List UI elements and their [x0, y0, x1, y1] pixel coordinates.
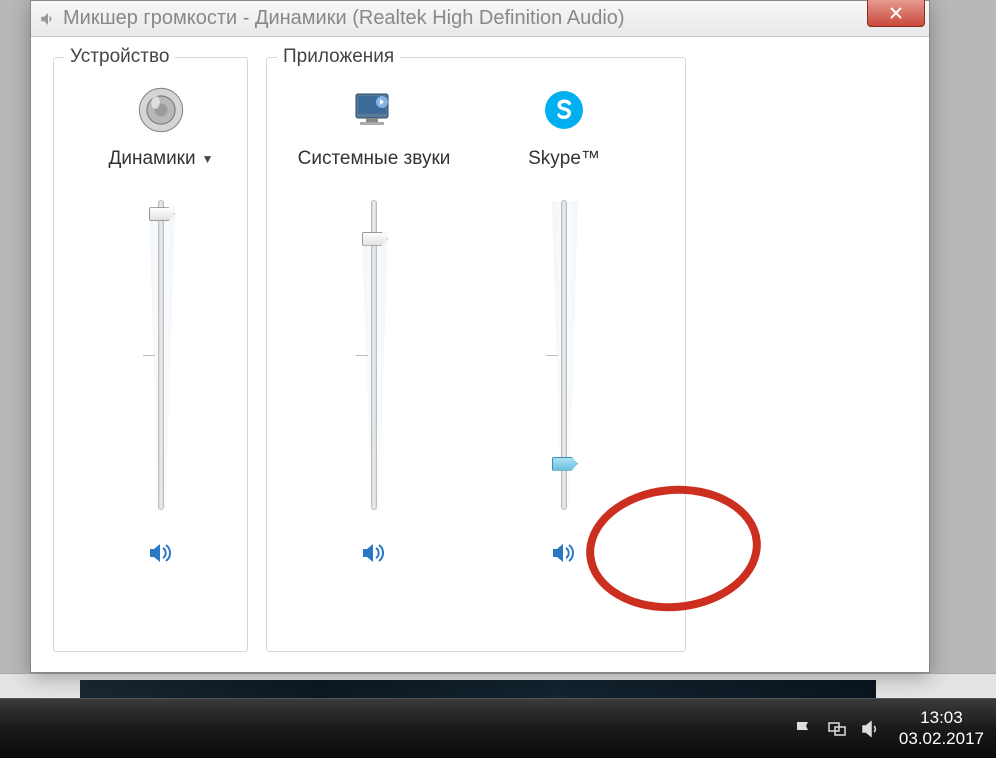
network-icon[interactable]	[827, 719, 847, 739]
skype-mute-button[interactable]	[547, 538, 581, 568]
skype-label: Skype™	[528, 148, 600, 170]
system-mute-button[interactable]	[357, 538, 391, 568]
speakers-slider[interactable]	[141, 200, 181, 510]
volume-tray-icon[interactable]	[861, 719, 881, 739]
chevron-down-icon: ▼	[202, 152, 214, 166]
clock-time: 13:03	[899, 708, 984, 728]
titlebar[interactable]: Микшер громкости - Динамики (Realtek Hig…	[31, 1, 929, 37]
wallpaper-strip	[80, 680, 876, 698]
device-group: Устройство Динамики ▼	[53, 57, 248, 652]
channel-system-sounds: Системные звуки	[279, 76, 469, 568]
close-button[interactable]	[867, 0, 925, 27]
window-content: Устройство Динамики ▼	[31, 37, 929, 672]
apps-group-label: Приложения	[277, 46, 400, 68]
flag-icon[interactable]	[793, 719, 813, 739]
device-group-label: Устройство	[64, 46, 175, 68]
window-title: Микшер громкости - Динамики (Realtek Hig…	[63, 7, 921, 30]
channel-speakers: Динамики ▼	[66, 76, 256, 568]
channel-skype: Skype™	[469, 76, 659, 568]
clock-date: 03.02.2017	[899, 729, 984, 749]
speakers-label: Динамики	[108, 148, 195, 170]
system-sounds-icon[interactable]	[346, 82, 402, 138]
speaker-device-icon[interactable]	[133, 82, 189, 138]
speakers-mute-button[interactable]	[144, 538, 178, 568]
skype-icon[interactable]	[536, 82, 592, 138]
volume-mixer-window: Микшер громкости - Динамики (Realtek Hig…	[30, 0, 930, 673]
volume-icon	[39, 10, 57, 28]
taskbar[interactable]: 13:03 03.02.2017	[0, 698, 996, 758]
applications-group: Приложения Системные звуки	[266, 57, 686, 652]
system-slider[interactable]	[354, 200, 394, 510]
system-tray	[793, 719, 881, 739]
speakers-label-row[interactable]: Динамики ▼	[108, 148, 213, 170]
system-sounds-label: Системные звуки	[298, 148, 451, 170]
taskbar-clock[interactable]: 13:03 03.02.2017	[899, 708, 984, 749]
skype-slider[interactable]	[544, 200, 584, 510]
